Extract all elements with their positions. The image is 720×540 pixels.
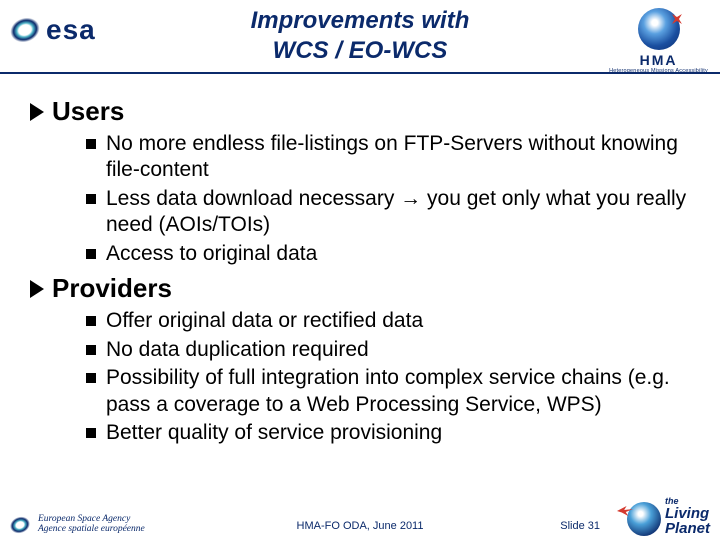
globe-icon [627, 502, 661, 536]
square-bullet-icon [86, 249, 96, 259]
living-planet-text: the Living Planet [665, 497, 710, 536]
esa-ring-icon [7, 14, 43, 47]
hma-logo: HMA Heterogeneous Missions Accessibility [609, 8, 708, 74]
bullet-text: Better quality of service provisioning [106, 420, 442, 446]
bullet-text: No data duplication required [106, 337, 369, 363]
bullet-list-providers: Offer original data or rectified data No… [30, 308, 690, 446]
square-bullet-icon [86, 428, 96, 438]
footer: European Space Agency Agence spatiale eu… [0, 488, 720, 540]
slide-title: Improvements with WCS / EO-WCS [150, 6, 570, 66]
slide: esa Improvements with WCS / EO-WCS HMA H… [0, 0, 720, 540]
list-item: No data duplication required [86, 337, 690, 363]
list-item: Less data download necessary → you get o… [86, 186, 690, 239]
square-bullet-icon [86, 316, 96, 326]
header: esa Improvements with WCS / EO-WCS HMA H… [0, 0, 720, 74]
triangle-bullet-icon [30, 103, 44, 121]
square-bullet-icon [86, 373, 96, 383]
footer-center-text: HMA-FO ODA, June 2011 [297, 520, 424, 532]
hma-logo-text: HMA [609, 52, 708, 68]
section-title: Providers [52, 273, 172, 304]
esa-logo-text: esa [46, 14, 96, 46]
list-item: No more endless file-listings on FTP-Ser… [86, 131, 690, 184]
section-head-users: Users [30, 96, 690, 127]
footer-agency-text: European Space Agency Agence spatiale eu… [38, 515, 145, 534]
list-item: Better quality of service provisioning [86, 420, 690, 446]
esa-logo: esa [10, 14, 96, 46]
section-head-providers: Providers [30, 273, 690, 304]
square-bullet-icon [86, 194, 96, 204]
list-item: Offer original data or rectified data [86, 308, 690, 334]
bullet-text: No more endless file-listings on FTP-Ser… [106, 131, 690, 184]
list-item: Possibility of full integration into com… [86, 365, 690, 418]
square-bullet-icon [86, 345, 96, 355]
content: Users No more endless file-listings on F… [0, 74, 720, 447]
bullet-text: Possibility of full integration into com… [106, 365, 690, 418]
esa-ring-icon [8, 514, 32, 536]
square-bullet-icon [86, 139, 96, 149]
title-line-2: WCS / EO-WCS [150, 36, 570, 66]
slide-number: Slide 31 [560, 520, 600, 532]
list-item: Access to original data [86, 241, 690, 267]
bullet-list-users: No more endless file-listings on FTP-Ser… [30, 131, 690, 267]
lp-living: Living [665, 506, 710, 521]
title-line-1: Improvements with [150, 6, 570, 36]
living-planet-logo: the Living Planet [627, 497, 710, 536]
agency-line-2: Agence spatiale européenne [38, 525, 145, 535]
bullet-text: Less data download necessary → you get o… [106, 186, 690, 239]
footer-left-logo: European Space Agency Agence spatiale eu… [10, 515, 145, 534]
bullet-text: Offer original data or rectified data [106, 308, 423, 334]
hma-logo-subtext: Heterogeneous Missions Accessibility [609, 68, 708, 74]
section-title: Users [52, 96, 124, 127]
globe-icon [638, 8, 680, 50]
bullet-text: Access to original data [106, 241, 317, 267]
triangle-bullet-icon [30, 280, 44, 298]
lp-planet: Planet [665, 521, 710, 536]
